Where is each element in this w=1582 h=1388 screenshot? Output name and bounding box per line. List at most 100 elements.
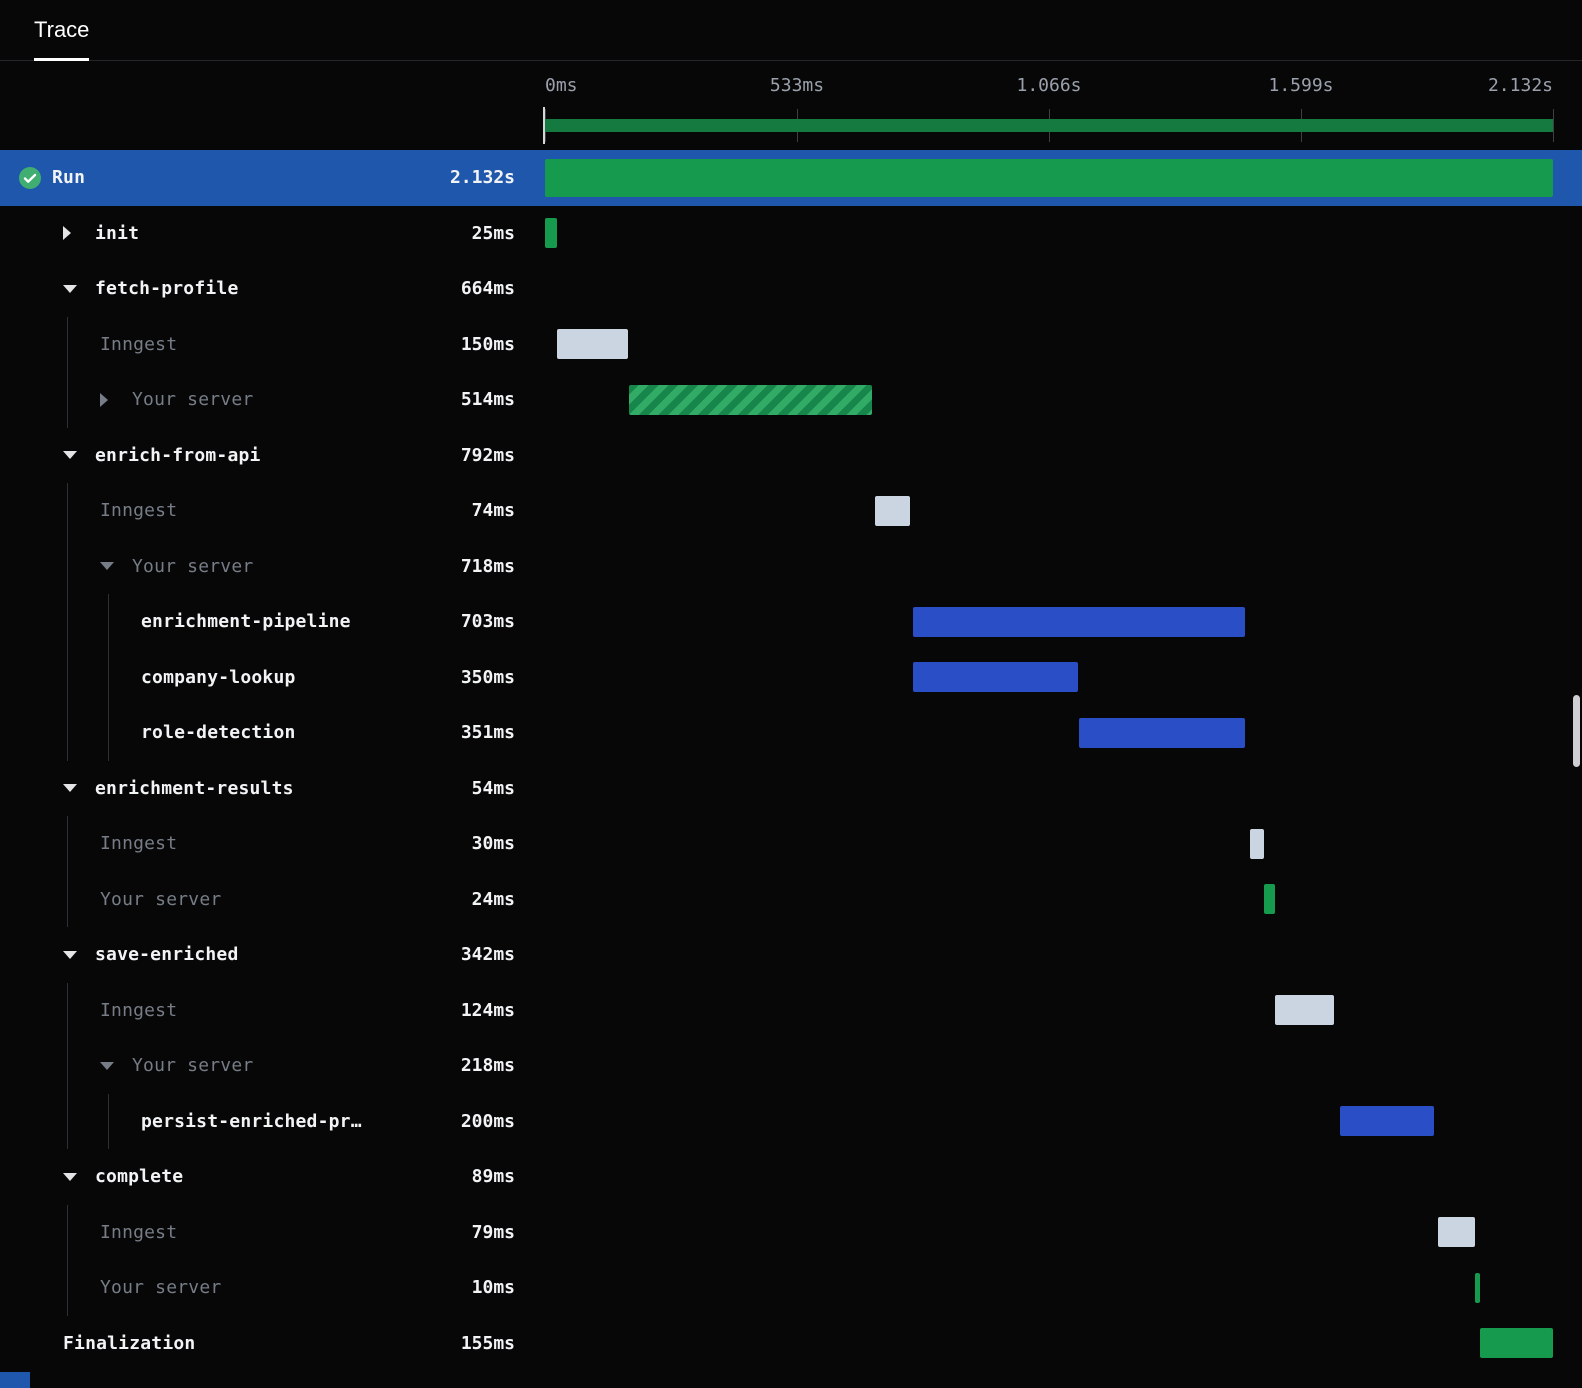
span-duration: 89ms [471, 1166, 515, 1188]
tree-indent-guide [67, 1093, 68, 1149]
row-left-finalization: Finalization 155ms [0, 1316, 543, 1372]
trace-row-company-lookup[interactable]: company-lookup 350ms [0, 649, 1582, 705]
trace-row-finalization[interactable]: Finalization 155ms [0, 1316, 1582, 1372]
tree-indent-guide [108, 649, 109, 705]
span-label: company-lookup [141, 666, 296, 688]
row-left-enrichment-results: enrichment-results 54ms [0, 761, 543, 817]
axis-tick-label: 0ms [545, 75, 578, 96]
trace-row-enrich-from-api[interactable]: enrich-from-api 792ms [0, 428, 1582, 484]
row-left-fetch-profile-your-server: Your server 514ms [0, 372, 543, 428]
trace-row-enrich-from-api-your-server[interactable]: Your server 718ms [0, 538, 1582, 595]
span-duration: 664ms [460, 278, 515, 300]
trace-row-enrich-from-api-inngest[interactable]: Inngest 74ms [0, 483, 1582, 539]
span-bar-role-detection[interactable] [1079, 717, 1246, 748]
span-bar-enrichment-results-inngest[interactable] [1249, 828, 1265, 859]
span-bar-persist-enriched-profile[interactable] [1339, 1106, 1435, 1137]
trace-viewer: Trace 0ms 533ms 1.066s 1.599s 2.132s Run 2.13… [0, 0, 1582, 1388]
row-timeline-enrich-from-api-your-server [543, 539, 1582, 595]
row-timeline-enrichment-pipeline [543, 594, 1582, 650]
span-label: Your server [132, 389, 254, 411]
span-bar-enrichment-results-your-server[interactable] [1264, 884, 1276, 915]
row-timeline-enrichment-results-your-server [543, 872, 1582, 928]
row-left-complete: complete 89ms [0, 1149, 543, 1205]
span-label: Inngest [100, 333, 178, 355]
row-timeline-complete-your-server [543, 1260, 1582, 1316]
trace-row-complete[interactable]: complete 89ms [0, 1149, 1582, 1205]
scrollbar-thumb[interactable] [1573, 695, 1580, 767]
span-label: role-detection [141, 722, 296, 744]
span-label: Inngest [100, 500, 178, 522]
row-left-complete-your-server: Your server 10ms [0, 1260, 543, 1316]
row-left-enrich-from-api: enrich-from-api 792ms [0, 428, 543, 484]
trace-row-enrichment-results[interactable]: enrichment-results 54ms [0, 761, 1582, 817]
axis-tick-label: 2.132s [1487, 75, 1553, 96]
row-timeline-init [543, 206, 1582, 262]
span-label: Your server [132, 555, 254, 577]
chevron-right-icon[interactable] [100, 392, 132, 407]
span-bar-company-lookup[interactable] [912, 662, 1079, 693]
span-bar-fetch-profile-your-server[interactable] [629, 384, 873, 415]
axis-labels: 0ms 533ms 1.066s 1.599s 2.132s [545, 75, 1553, 101]
chevron-down-icon[interactable] [63, 284, 95, 293]
trace-row-complete-your-server[interactable]: Your server 10ms [0, 1260, 1582, 1316]
row-timeline-run [543, 150, 1582, 206]
chevron-right-icon[interactable] [63, 226, 95, 241]
span-duration: 79ms [471, 1221, 515, 1243]
span-duration: 54ms [471, 777, 515, 799]
trace-row-save-enriched-your-server[interactable]: Your server 218ms [0, 1038, 1582, 1094]
span-bar-complete-your-server[interactable] [1475, 1272, 1481, 1303]
span-label: fetch-profile [95, 278, 239, 300]
span-label: enrichment-pipeline [141, 611, 351, 633]
chevron-down-icon[interactable] [63, 451, 95, 460]
span-bar-enrich-from-api-inngest[interactable] [875, 495, 910, 526]
trace-row-init[interactable]: init 25ms [0, 206, 1582, 262]
span-bar-complete-inngest[interactable] [1438, 1217, 1476, 1248]
row-timeline-save-enriched-inngest [543, 983, 1582, 1039]
trace-row-run[interactable]: Run 2.132s [0, 150, 1582, 206]
trace-row-fetch-profile-inngest[interactable]: Inngest 150ms [0, 316, 1582, 372]
timeline-ruler [543, 107, 1554, 144]
span-label: Inngest [100, 1221, 178, 1243]
span-duration: 342ms [460, 944, 515, 966]
chevron-down-icon[interactable] [100, 1061, 132, 1070]
span-bar-init[interactable] [545, 218, 557, 249]
tree-indent-guide [67, 1038, 68, 1094]
span-bar-fetch-profile-inngest[interactable] [556, 329, 628, 360]
row-timeline-complete-inngest [543, 1205, 1582, 1261]
tab-trace[interactable]: Trace [34, 0, 90, 61]
span-duration: 200ms [460, 1110, 515, 1132]
trace-row-complete-inngest[interactable]: Inngest 79ms [0, 1204, 1582, 1261]
chevron-down-icon[interactable] [100, 562, 132, 571]
trace-row-save-enriched-inngest[interactable]: Inngest 124ms [0, 982, 1582, 1039]
tree-indent-guide [67, 538, 68, 594]
trace-row-save-enriched[interactable]: save-enriched 342ms [0, 927, 1582, 983]
tree-indent-guide [67, 649, 68, 705]
span-label: Finalization [63, 1332, 196, 1354]
tab-bar: Trace [0, 0, 1582, 61]
span-duration: 24ms [471, 888, 515, 910]
chevron-down-icon[interactable] [63, 1172, 95, 1181]
trace-row-persist-enriched-profile[interactable]: persist-enriched-pr… 200ms [0, 1093, 1582, 1149]
minimap-bar [545, 119, 1553, 132]
span-label: enrichment-results [95, 777, 294, 799]
trace-row-role-detection[interactable]: role-detection 351ms [0, 705, 1582, 761]
chevron-down-icon[interactable] [63, 950, 95, 959]
span-bar-run[interactable] [545, 158, 1553, 197]
tree-indent-guide [67, 982, 68, 1038]
span-duration: 74ms [471, 500, 515, 522]
span-bar-finalization[interactable] [1479, 1328, 1553, 1359]
trace-row-enrichment-results-your-server[interactable]: Your server 24ms [0, 871, 1582, 928]
trace-row-fetch-profile[interactable]: fetch-profile 664ms [0, 261, 1582, 317]
tree-indent-guide [108, 705, 109, 761]
span-bar-save-enriched-inngest[interactable] [1274, 995, 1334, 1026]
row-left-save-enriched-inngest: Inngest 124ms [0, 982, 543, 1038]
trace-row-enrichment-pipeline[interactable]: enrichment-pipeline 703ms [0, 594, 1582, 650]
span-label: save-enriched [95, 944, 239, 966]
trace-row-enrichment-results-inngest[interactable]: Inngest 30ms [0, 816, 1582, 872]
trace-row-fetch-profile-your-server[interactable]: Your server 514ms [0, 372, 1582, 428]
row-timeline-fetch-profile-your-server [543, 372, 1582, 428]
chevron-down-icon[interactable] [63, 784, 95, 793]
tree-indent-guide [108, 594, 109, 650]
tree-indent-guide [67, 816, 68, 872]
span-bar-enrichment-pipeline[interactable] [912, 606, 1246, 637]
